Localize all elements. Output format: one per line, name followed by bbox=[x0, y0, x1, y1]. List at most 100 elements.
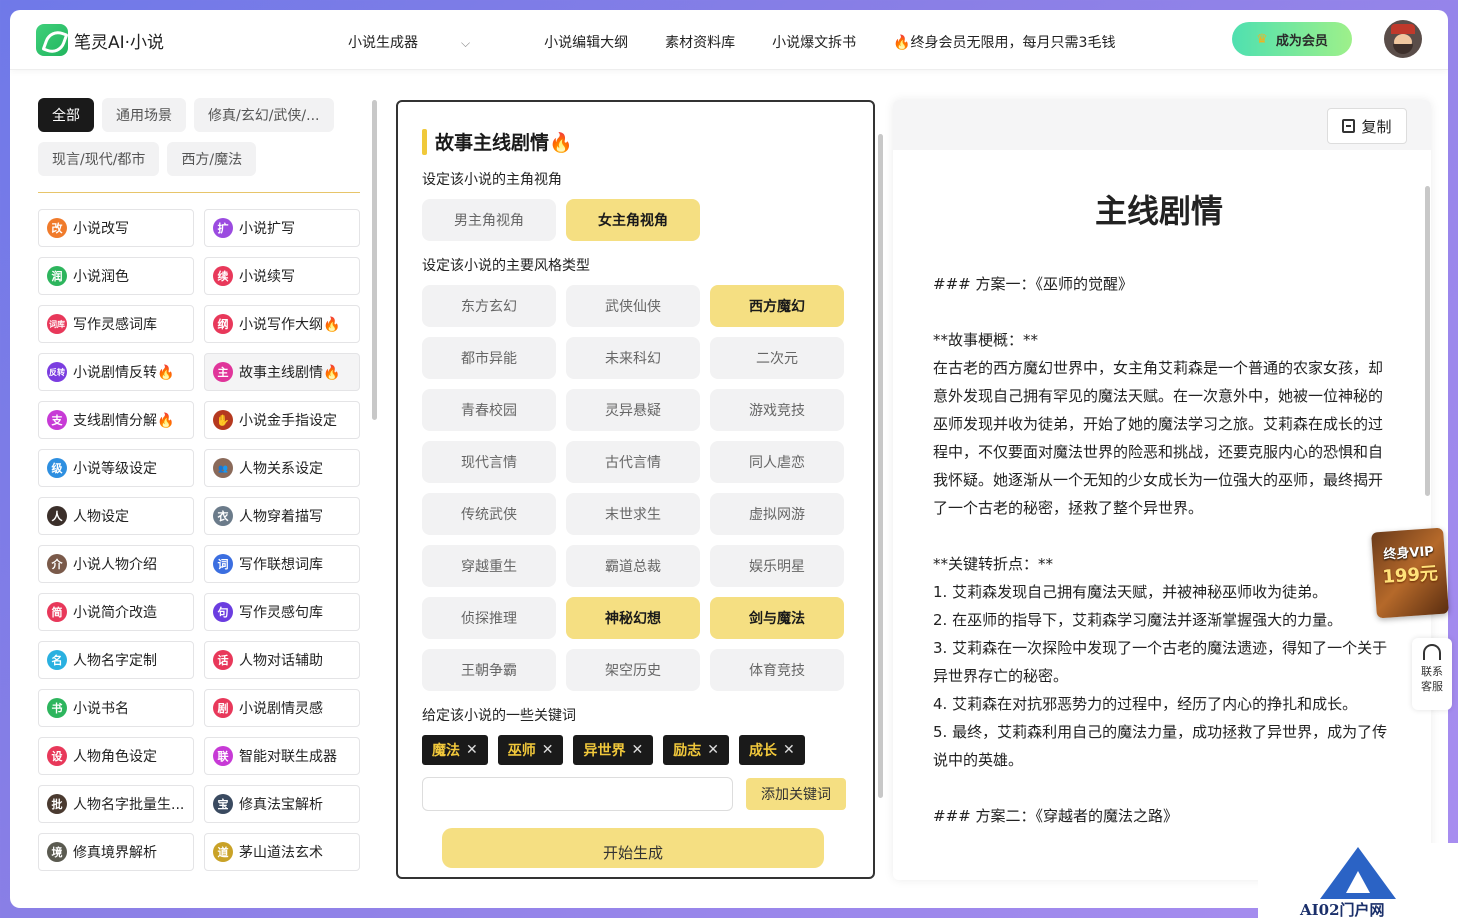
tool-item[interactable]: 联智能对联生成器 bbox=[204, 737, 360, 775]
style-option[interactable]: 都市异能 bbox=[422, 337, 556, 379]
sidebar-divider bbox=[38, 192, 360, 193]
style-option[interactable]: 娱乐明星 bbox=[710, 545, 844, 587]
style-option[interactable]: 青春校园 bbox=[422, 389, 556, 431]
contact-line2: 客服 bbox=[1421, 680, 1443, 693]
style-option[interactable]: 现代言情 bbox=[422, 441, 556, 483]
filter-chip[interactable]: 通用场景 bbox=[102, 98, 186, 132]
remove-keyword-icon[interactable]: ✕ bbox=[783, 742, 795, 758]
tool-item[interactable]: ✋ 小说金手指设定 bbox=[204, 401, 360, 439]
style-option[interactable]: 武侠仙侠 bbox=[566, 285, 700, 327]
style-option[interactable]: 西方魔幻 bbox=[710, 285, 844, 327]
style-option[interactable]: 未来科幻 bbox=[566, 337, 700, 379]
tool-item[interactable]: 道茅山道法玄术 bbox=[204, 833, 360, 871]
nav-novel-generator[interactable]: 小说生成器 ⌵ bbox=[348, 32, 507, 52]
tool-label: 小说润色 bbox=[73, 269, 129, 285]
output-paragraph: 1. 艾莉森发现自己拥有魔法天赋，并被神秘巫师收为徒弟。 bbox=[933, 583, 1328, 601]
tool-item[interactable]: 扩小说扩写 bbox=[204, 209, 360, 247]
tool-item[interactable]: 衣人物穿着描写 bbox=[204, 497, 360, 535]
style-option[interactable]: 剑与魔法 bbox=[710, 597, 844, 639]
tool-icon: 境 bbox=[47, 842, 67, 862]
tool-item[interactable]: 话人物对话辅助 bbox=[204, 641, 360, 679]
tool-item[interactable]: 名人物名字定制 bbox=[38, 641, 194, 679]
remove-keyword-icon[interactable]: ✕ bbox=[466, 742, 478, 758]
tool-item[interactable]: 批人物名字批量生... bbox=[38, 785, 194, 823]
become-member-button[interactable]: ♛ 成为会员 bbox=[1232, 22, 1352, 56]
contact-support-button[interactable]: 联系 客服 bbox=[1412, 638, 1452, 710]
copy-button[interactable]: 复制 bbox=[1327, 108, 1407, 144]
style-option[interactable]: 霸道总裁 bbox=[566, 545, 700, 587]
crown-icon: ♛ bbox=[1256, 31, 1268, 47]
nav-book-breakdown[interactable]: 小说爆文拆书 bbox=[772, 32, 856, 52]
filter-chip[interactable]: 西方/魔法 bbox=[167, 142, 257, 176]
user-avatar[interactable] bbox=[1384, 20, 1422, 58]
style-option[interactable]: 神秘幻想 bbox=[566, 597, 700, 639]
nav-outline-editor[interactable]: 小说编辑大纲 bbox=[544, 32, 628, 52]
copy-label: 复制 bbox=[1361, 117, 1392, 136]
style-option[interactable]: 侦探推理 bbox=[422, 597, 556, 639]
tool-item[interactable]: 剧小说剧情灵感 bbox=[204, 689, 360, 727]
nav-lifetime-membership[interactable]: 🔥终身会员无限用，每月只需3毛钱 bbox=[893, 32, 1115, 52]
style-option[interactable]: 体育竞技 bbox=[710, 649, 844, 691]
perspective-option[interactable]: 男主角视角 bbox=[422, 199, 556, 241]
style-option[interactable]: 末世求生 bbox=[566, 493, 700, 535]
start-generate-button[interactable]: 开始生成 bbox=[442, 828, 824, 868]
form-scrollbar[interactable] bbox=[878, 134, 883, 798]
tool-label: 小说剧情反转🔥 bbox=[73, 365, 175, 381]
filter-chip[interactable]: 全部 bbox=[38, 98, 94, 132]
keyword-tag: 异世界 ✕ bbox=[573, 735, 654, 765]
style-option[interactable]: 架空历史 bbox=[566, 649, 700, 691]
style-option[interactable]: 虚拟网游 bbox=[710, 493, 844, 535]
brand-logo[interactable]: 笔灵AI·小说 bbox=[36, 24, 164, 56]
tool-item[interactable]: 👥 人物关系设定 bbox=[204, 449, 360, 487]
tool-item[interactable]: 境修真境界解析 bbox=[38, 833, 194, 871]
tool-item[interactable]: 反转 小说剧情反转🔥 bbox=[38, 353, 194, 391]
style-option[interactable]: 传统武侠 bbox=[422, 493, 556, 535]
remove-keyword-icon[interactable]: ✕ bbox=[707, 742, 719, 758]
tool-item[interactable]: 词库 写作灵感词库 bbox=[38, 305, 194, 343]
style-option[interactable]: 穿越重生 bbox=[422, 545, 556, 587]
tool-item[interactable]: 宝修真法宝解析 bbox=[204, 785, 360, 823]
tool-item[interactable]: 人人物设定 bbox=[38, 497, 194, 535]
style-option[interactable]: 游戏竞技 bbox=[710, 389, 844, 431]
tool-item[interactable]: 简小说简介改造 bbox=[38, 593, 194, 631]
tool-label: 写作灵感句库 bbox=[239, 605, 323, 621]
tool-item[interactable]: 句写作灵感句库 bbox=[204, 593, 360, 631]
tool-item[interactable]: 介小说人物介绍 bbox=[38, 545, 194, 583]
style-option[interactable]: 灵异悬疑 bbox=[566, 389, 700, 431]
tool-icon: 批 bbox=[47, 794, 67, 814]
tool-item[interactable]: 书小说书名 bbox=[38, 689, 194, 727]
tool-item[interactable]: 词写作联想词库 bbox=[204, 545, 360, 583]
keyword-text: 异世界 bbox=[583, 743, 626, 759]
perspective-option[interactable]: 女主角视角 bbox=[566, 199, 700, 241]
style-option[interactable]: 古代言情 bbox=[566, 441, 700, 483]
output-paragraph: ### 方案二：《穿越者的魔法之路》 bbox=[933, 807, 1178, 825]
tool-label: 人物设定 bbox=[73, 509, 129, 525]
tool-item[interactable]: 改小说改写 bbox=[38, 209, 194, 247]
tool-item[interactable]: 支支线剧情分解🔥 bbox=[38, 401, 194, 439]
tool-item[interactable]: 纲小说写作大纲🔥 bbox=[204, 305, 360, 343]
filter-chip[interactable]: 修真/玄幻/武侠/... bbox=[194, 98, 334, 132]
sidebar-scrollbar[interactable] bbox=[372, 100, 377, 420]
tool-item[interactable]: 级小说等级设定 bbox=[38, 449, 194, 487]
nav-label: 小说生成器 bbox=[348, 35, 418, 51]
filter-chip[interactable]: 现言/现代/都市 bbox=[38, 142, 160, 176]
style-option[interactable]: 二次元 bbox=[710, 337, 844, 379]
remove-keyword-icon[interactable]: ✕ bbox=[542, 742, 554, 758]
style-option[interactable]: 东方玄幻 bbox=[422, 285, 556, 327]
lifetime-vip-promo-badge[interactable]: 终身VIP 199元 bbox=[1371, 527, 1449, 619]
remove-keyword-icon[interactable]: ✕ bbox=[631, 742, 643, 758]
nav-material-library[interactable]: 素材资料库 bbox=[665, 32, 735, 52]
style-option[interactable]: 同人虐恋 bbox=[710, 441, 844, 483]
tool-item[interactable]: 续小说续写 bbox=[204, 257, 360, 295]
tool-item[interactable]: 设人物角色设定 bbox=[38, 737, 194, 775]
style-option[interactable]: 王朝争霸 bbox=[422, 649, 556, 691]
tool-icon: 名 bbox=[47, 650, 67, 670]
keyword-text: 巫师 bbox=[507, 743, 536, 759]
add-keyword-button[interactable]: 添加关键词 bbox=[746, 778, 846, 810]
tool-icon: 支 bbox=[47, 410, 67, 430]
keyword-input[interactable] bbox=[422, 777, 733, 811]
output-panel: 复制 主线剧情 ### 方案一：《巫师的觉醒》 **故事梗概：** 在古老的西方魔幻… bbox=[893, 100, 1431, 880]
output-scrollbar[interactable] bbox=[1425, 186, 1430, 496]
tool-item[interactable]: 润小说润色 bbox=[38, 257, 194, 295]
tool-item[interactable]: 主故事主线剧情🔥 bbox=[204, 353, 360, 391]
